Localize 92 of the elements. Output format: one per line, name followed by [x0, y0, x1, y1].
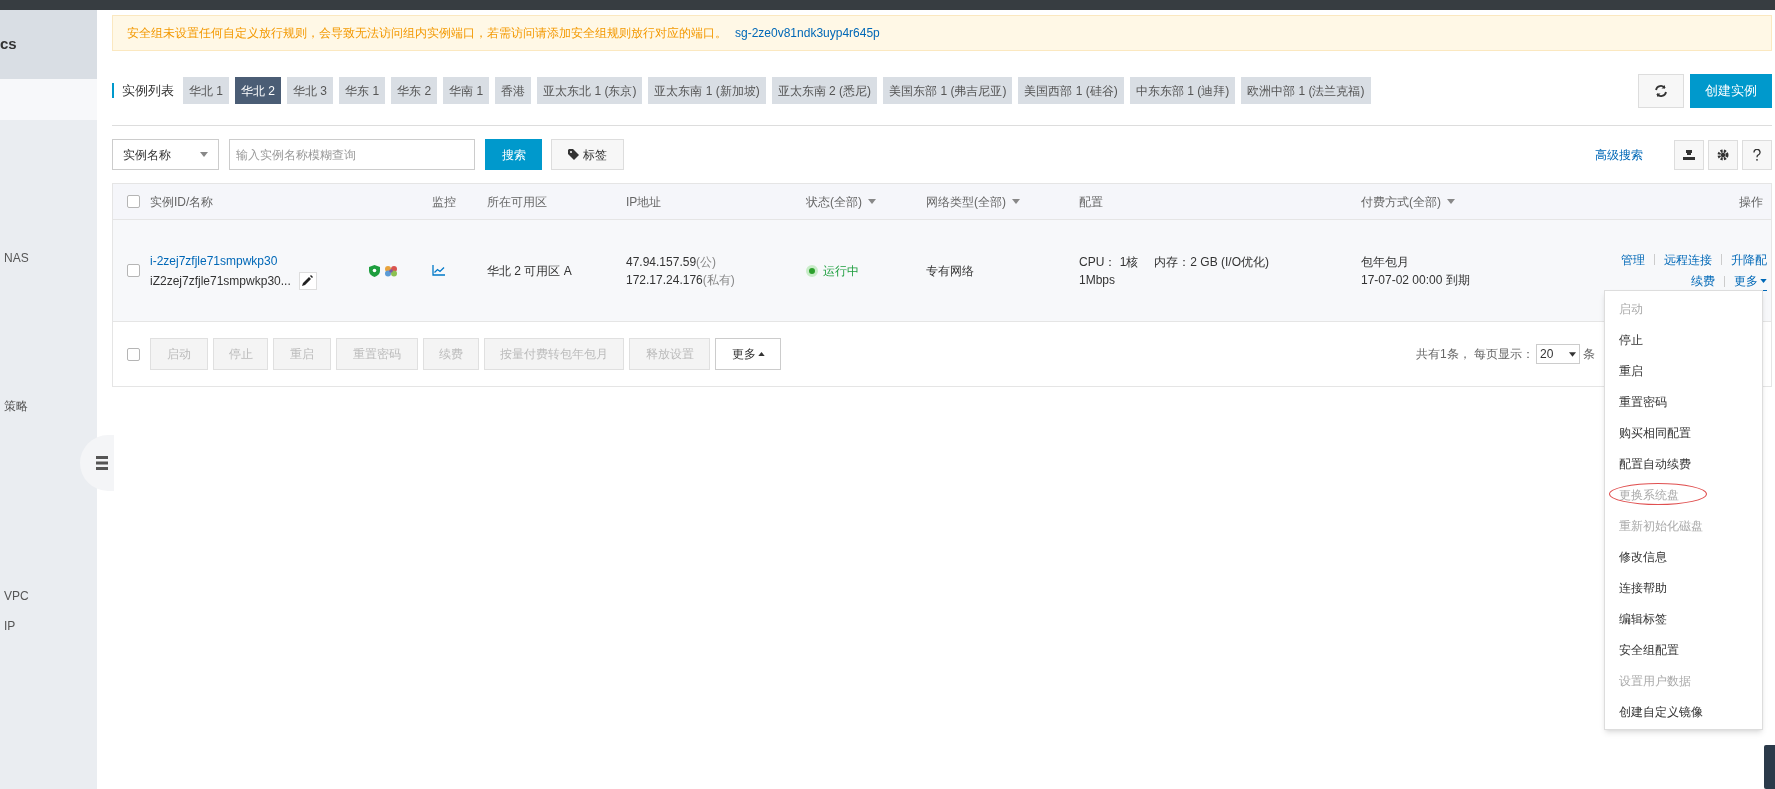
network-cell-text: 专有网络 — [926, 262, 975, 280]
section-title: 实例列表 — [112, 83, 174, 98]
menu-item[interactable]: 安全组配置 — [1605, 634, 1762, 665]
create-instance-button[interactable]: 创建实例 — [1690, 73, 1772, 108]
sidebar-item[interactable]: IP — [0, 616, 97, 636]
notice-text: 安全组未设置任何自定义放行规则，会导致无法访问组内实例端口，若需访问请添加安全组规则放行对应的端口。 — [127, 25, 727, 42]
region-tab[interactable]: 华北 1 — [183, 77, 229, 104]
region-tab[interactable]: 华东 1 — [339, 77, 386, 104]
region-tab[interactable]: 华南 1 — [443, 77, 490, 104]
settings-button[interactable] — [1708, 139, 1738, 170]
caret-icon — [1569, 351, 1576, 357]
menu-item[interactable]: 修改信息 — [1605, 541, 1762, 572]
status-text: 运行中 — [823, 262, 859, 280]
action-link[interactable]: 远程连接 — [1664, 250, 1712, 269]
caret-icon — [200, 152, 208, 157]
menu-item[interactable]: 创建自定义镜像 — [1605, 696, 1762, 727]
region-tab[interactable]: 欧洲中部 1 (法兰克福) — [1241, 77, 1371, 104]
region-tab[interactable]: 美国东部 1 (弗吉尼亚) — [883, 77, 1013, 104]
batch-button[interactable]: 更多 — [715, 338, 781, 370]
cpu-text: CPU： 1核 — [1079, 253, 1139, 271]
region-tab[interactable]: 亚太东南 1 (新加坡) — [648, 77, 766, 104]
sidebar-header: cs — [0, 10, 97, 79]
caret-icon — [868, 199, 876, 204]
menu-item[interactable]: 停止 — [1605, 324, 1762, 355]
help-icon — [1753, 148, 1761, 161]
export-button[interactable] — [1674, 139, 1704, 170]
billing-type: 包年包月 — [1361, 253, 1409, 271]
region-tab[interactable]: 华北 3 — [287, 77, 334, 104]
caret-icon — [1447, 199, 1455, 204]
menu-item[interactable]: 购买相同配置 — [1605, 417, 1762, 448]
menu-item[interactable]: 连接帮助 — [1605, 572, 1762, 603]
caret-icon — [1012, 199, 1020, 204]
caret-icon — [757, 352, 765, 356]
menu-item[interactable]: 编辑标签 — [1605, 603, 1762, 634]
filter-select[interactable]: 实例名称 — [112, 139, 219, 170]
search-button[interactable]: 搜索 — [485, 139, 542, 170]
column-header[interactable]: 状态(全部) — [806, 192, 876, 211]
region-tab[interactable]: 中东东部 1 (迪拜) — [1129, 77, 1236, 104]
sidebar-item[interactable]: 策略 — [0, 396, 97, 416]
action-link[interactable]: 续费 — [1691, 272, 1715, 290]
pagination-unit: 条 — [1583, 346, 1595, 363]
search-field[interactable]: 输入实例名称模糊查询 — [229, 139, 475, 170]
column-header[interactable]: 配置 — [1079, 192, 1103, 211]
instance-id-link[interactable]: i-2zej7zfjle71smpwkp30 — [150, 251, 278, 270]
bandwidth-text: 1Mbps — [1079, 271, 1116, 289]
column-header[interactable]: IP地址 — [626, 192, 662, 211]
column-header[interactable]: 所在可用区 — [487, 192, 547, 211]
shield-icon — [369, 264, 380, 277]
menu-item[interactable]: 配置自动续费 — [1605, 448, 1762, 479]
refresh-icon — [1654, 83, 1668, 98]
column-header[interactable]: 操作 — [1739, 192, 1763, 211]
zone-cell-text: 华北 2 可用区 A — [487, 262, 573, 280]
sidebar-item[interactable]: VPC — [0, 586, 97, 606]
tag-icon — [568, 149, 581, 160]
region-tab[interactable]: 美国西部 1 (硅谷) — [1018, 77, 1124, 104]
action-link[interactable]: 升降配 — [1731, 250, 1767, 269]
plugin-icon — [384, 264, 398, 277]
refresh-button[interactable] — [1638, 73, 1684, 108]
menu-item[interactable]: 重置密码 — [1605, 386, 1762, 417]
security-group-link[interactable]: sg-2ze0v81ndk3uyp4r645p — [735, 24, 880, 42]
pagination-text: 共有1条， 每页显示： — [1416, 346, 1534, 363]
monitor-chart-icon[interactable] — [432, 265, 445, 276]
menu-icon — [96, 456, 108, 470]
column-header[interactable]: 网络类型(全部) — [926, 192, 1020, 211]
pencil-icon — [302, 275, 314, 286]
region-tab[interactable]: 华东 2 — [391, 77, 438, 104]
sidebar-item[interactable]: NAS — [0, 248, 97, 268]
tag-button[interactable]: 标签 — [551, 139, 624, 170]
edit-button[interactable] — [298, 271, 317, 290]
region-tab[interactable]: 亚太东南 2 (悉尼) — [771, 77, 878, 104]
advanced-search-link[interactable]: 高级搜索 — [1595, 145, 1643, 164]
settings-icon — [1717, 148, 1729, 161]
region-tab[interactable]: 亚太东北 1 (东京) — [537, 77, 643, 104]
action-link[interactable]: 管理 — [1621, 250, 1645, 269]
export-icon — [1683, 148, 1695, 161]
menu-item[interactable]: 重启 — [1605, 355, 1762, 386]
region-tab[interactable]: 华北 2 — [235, 77, 282, 104]
collapse-handle[interactable] — [80, 435, 114, 491]
instance-name: iZ2zej7zfjle71smpwkp30... — [150, 272, 291, 290]
private-ip: 172.17.24.176(私有) — [626, 271, 736, 289]
checkbox[interactable] — [127, 195, 140, 208]
region-tab[interactable]: 香港 — [495, 77, 532, 104]
memory-text: 内存：2 GB (I/O优化) — [1154, 253, 1270, 271]
column-header[interactable]: 监控 — [432, 192, 456, 211]
page-size-select[interactable]: 20 — [1536, 344, 1580, 364]
caret-icon — [1760, 278, 1767, 283]
column-header[interactable]: 付费方式(全部) — [1361, 192, 1455, 211]
expiry-date: 17-07-02 00:00 到期 — [1361, 271, 1470, 289]
checkbox[interactable] — [127, 264, 140, 277]
checkbox[interactable] — [127, 347, 140, 361]
public-ip: 47.94.157.59(公) — [626, 253, 718, 271]
column-header[interactable]: 实例ID/名称 — [150, 192, 214, 211]
